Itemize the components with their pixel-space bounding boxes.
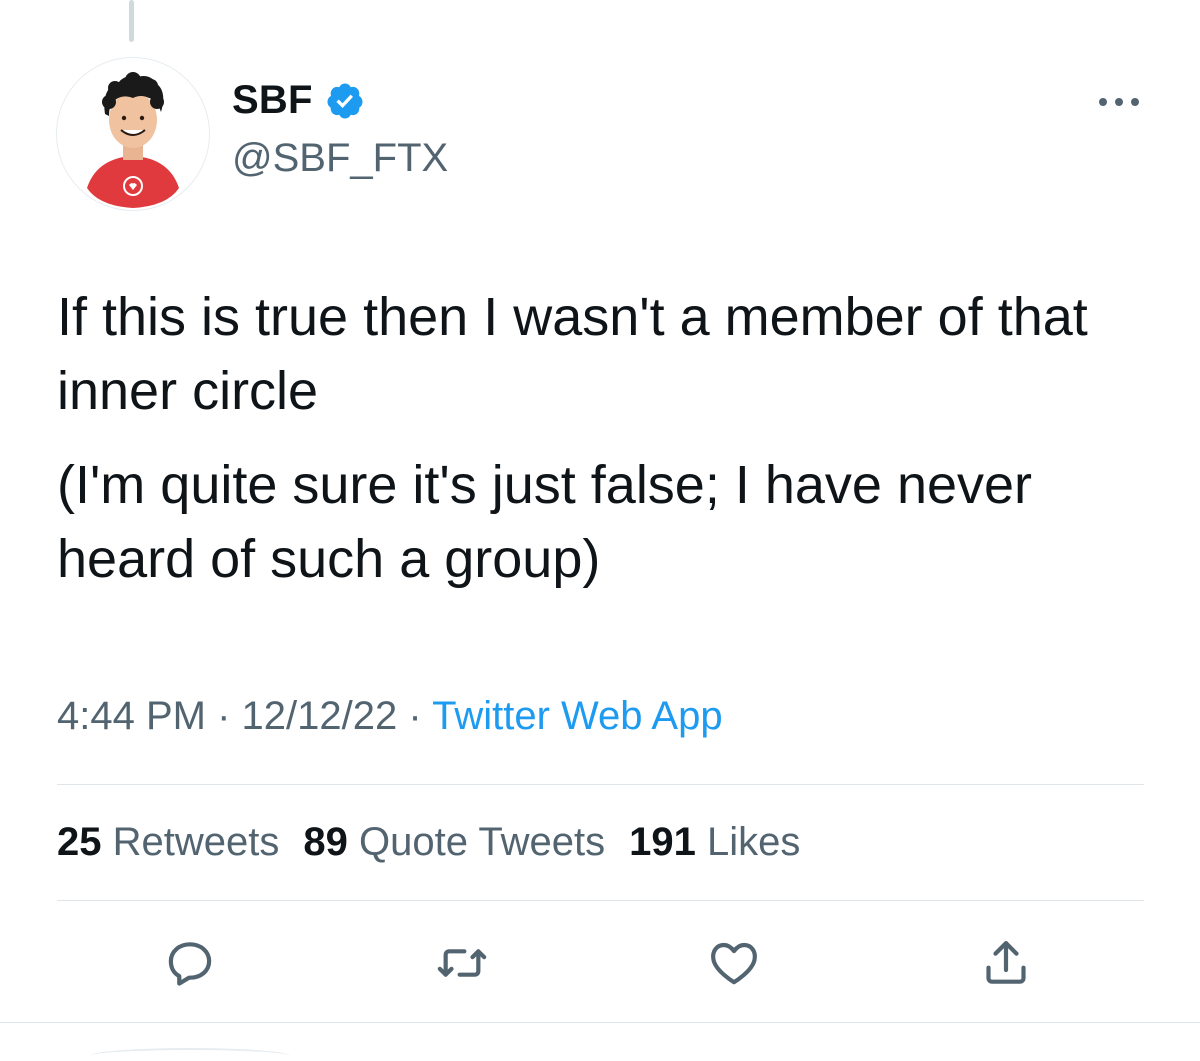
thread-connector-line [129, 0, 134, 42]
likes-stat[interactable]: 191 Likes [629, 820, 800, 865]
share-button[interactable] [978, 935, 1034, 991]
author-handle[interactable]: @SBF_FTX [232, 136, 448, 181]
meta-separator: · [217, 694, 231, 738]
retweet-button[interactable] [434, 935, 490, 991]
heart-icon [711, 942, 757, 985]
quote-tweets-label: Quote Tweets [359, 820, 606, 864]
avatar-illustration [57, 58, 209, 210]
avatar[interactable] [56, 57, 210, 211]
tweet-time[interactable]: 4:44 PM [57, 694, 206, 738]
tweet-metadata: 4:44 PM · 12/12/22 · Twitter Web App [57, 694, 723, 739]
tweet-stats: 25 Retweets 89 Quote Tweets 191 Likes [57, 820, 800, 865]
next-reply-avatar-edge [90, 1048, 290, 1061]
tweet-paragraph: (I'm quite sure it's just false; I have … [57, 455, 1033, 589]
tweet-paragraph: If this is true then I wasn't a member o… [57, 287, 1088, 421]
divider [57, 900, 1144, 901]
tweet-body: If this is true then I wasn't a member o… [57, 280, 1167, 616]
more-options-icon[interactable] [1096, 92, 1142, 112]
tweet-source-link[interactable]: Twitter Web App [432, 694, 723, 738]
reply-button[interactable] [162, 935, 218, 991]
retweet-icon [437, 949, 487, 977]
like-button[interactable] [706, 935, 762, 991]
tweet-detail-view: SBF @SBF_FTX If this is true then I wasn… [0, 0, 1200, 1061]
author-name-row[interactable]: SBF [232, 78, 365, 123]
share-icon [986, 941, 1026, 984]
retweets-stat[interactable]: 25 Retweets [57, 820, 279, 865]
likes-label: Likes [706, 820, 801, 864]
divider [57, 784, 1144, 785]
quote-tweets-count: 89 [303, 820, 348, 864]
tweet-action-bar [0, 935, 1200, 995]
meta-separator: · [408, 694, 422, 738]
verified-badge-icon [325, 81, 365, 121]
reply-icon [168, 942, 212, 986]
author-display-name[interactable]: SBF [232, 78, 313, 123]
retweets-label: Retweets [112, 820, 280, 864]
retweets-count: 25 [57, 820, 102, 864]
likes-count: 191 [629, 820, 696, 864]
tweet-date[interactable]: 12/12/22 [242, 694, 398, 738]
quote-tweets-stat[interactable]: 89 Quote Tweets [303, 820, 605, 865]
divider [0, 1022, 1200, 1023]
